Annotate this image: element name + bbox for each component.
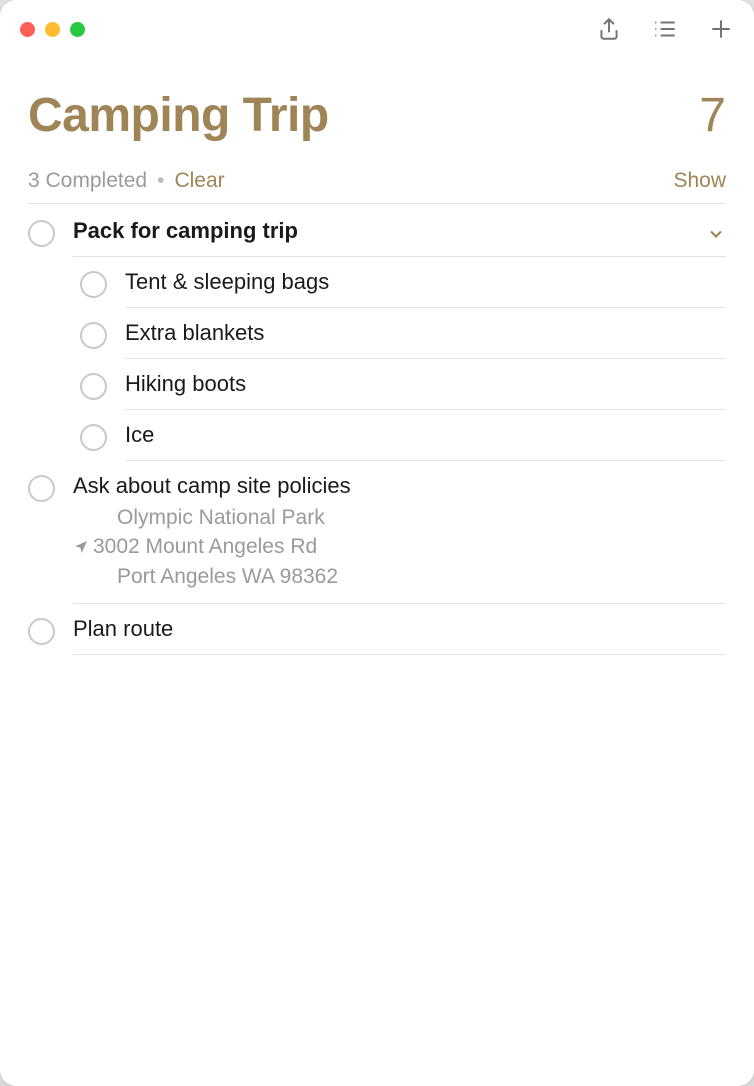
reminder-row[interactable]: Pack for camping trip — [28, 206, 726, 257]
subheader: 3 Completed • Clear Show — [28, 169, 726, 204]
clear-button[interactable]: Clear — [174, 169, 224, 193]
share-icon[interactable] — [596, 16, 622, 42]
checkbox[interactable] — [28, 618, 55, 645]
checkbox[interactable] — [28, 475, 55, 502]
checkbox[interactable] — [80, 271, 107, 298]
location-street: 3002 Mount Angeles Rd — [93, 532, 317, 561]
zoom-window-button[interactable] — [70, 22, 85, 37]
items-list: Pack for camping trip Tent & sleeping ba… — [28, 206, 726, 655]
toolbar — [596, 16, 734, 42]
show-completed-button[interactable]: Show — [673, 169, 726, 193]
titlebar — [0, 0, 754, 58]
header: Camping Trip 7 — [28, 88, 726, 143]
reminder-title[interactable]: Pack for camping trip — [73, 218, 298, 244]
checkbox[interactable] — [28, 220, 55, 247]
subtask-row[interactable]: Extra blankets — [28, 308, 726, 359]
list-view-icon[interactable] — [652, 16, 678, 42]
reminder-title[interactable]: Extra blankets — [125, 320, 264, 345]
reminder-title[interactable]: Ice — [125, 422, 154, 447]
checkbox[interactable] — [80, 373, 107, 400]
close-window-button[interactable] — [20, 22, 35, 37]
subtask-row[interactable]: Ice — [28, 410, 726, 461]
reminder-count: 7 — [699, 88, 726, 143]
window-controls — [20, 22, 85, 37]
subtask-row[interactable]: Tent & sleeping bags — [28, 257, 726, 308]
completed-count-text: 3 Completed — [28, 169, 147, 193]
separator-dot: • — [153, 169, 168, 193]
location-name: Olympic National Park — [117, 503, 726, 532]
reminders-window: Camping Trip 7 3 Completed • Clear Show … — [0, 0, 754, 1086]
chevron-down-icon[interactable] — [706, 224, 726, 244]
location-detail: Olympic National Park 3002 Mount Angeles… — [95, 503, 726, 591]
reminder-title[interactable]: Hiking boots — [125, 371, 246, 396]
reminder-title[interactable]: Ask about camp site policies — [73, 473, 351, 498]
content: Camping Trip 7 3 Completed • Clear Show … — [0, 58, 754, 655]
reminder-row[interactable]: Ask about camp site policies Olympic Nat… — [28, 461, 726, 604]
location-arrow-icon — [73, 539, 89, 555]
reminder-title[interactable]: Plan route — [73, 616, 173, 641]
completed-status: 3 Completed • Clear — [28, 169, 225, 193]
reminder-body: Pack for camping trip — [73, 218, 726, 257]
reminder-title[interactable]: Tent & sleeping bags — [125, 269, 329, 294]
checkbox[interactable] — [80, 424, 107, 451]
minimize-window-button[interactable] — [45, 22, 60, 37]
reminder-row[interactable]: Plan route — [28, 604, 726, 655]
subtask-row[interactable]: Hiking boots — [28, 359, 726, 410]
reminder-body: Ask about camp site policies Olympic Nat… — [73, 473, 726, 604]
add-reminder-icon[interactable] — [708, 16, 734, 42]
list-title: Camping Trip — [28, 88, 329, 143]
location-city: Port Angeles WA 98362 — [117, 562, 726, 591]
checkbox[interactable] — [80, 322, 107, 349]
